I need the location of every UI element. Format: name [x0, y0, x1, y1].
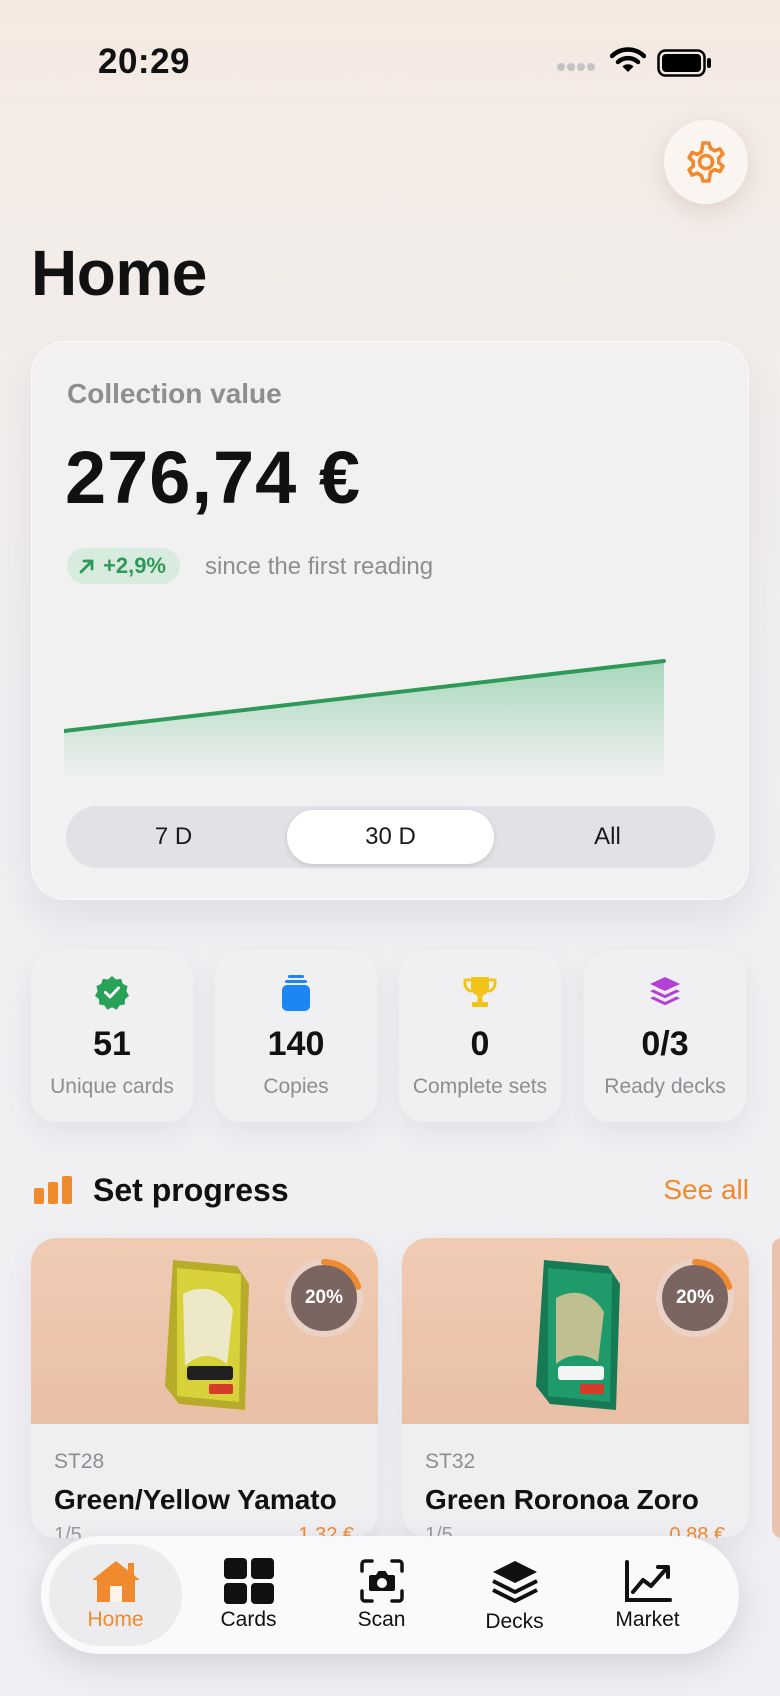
change-badge: +2,9%: [67, 548, 180, 584]
set-card-st32[interactable]: 20% ST32 Green Roronoa Zoro 1/5 0,88 €: [402, 1238, 749, 1538]
range-option-all[interactable]: All: [504, 810, 711, 864]
verified-badge-icon: [95, 976, 129, 1010]
starter-deck-box-image: [536, 1260, 620, 1410]
bar-chart-icon: [34, 1176, 72, 1204]
page-title: Home: [31, 237, 207, 309]
stat-copies[interactable]: 140 Copies: [215, 950, 377, 1122]
tab-label: Cards: [220, 1608, 277, 1631]
stat-value: 140: [267, 1025, 325, 1063]
stat-label: Copies: [263, 1075, 329, 1098]
gear-icon: [687, 141, 725, 183]
tab-market[interactable]: Market: [581, 1544, 714, 1646]
section-title: Set progress: [93, 1172, 289, 1208]
stat-label: Complete sets: [412, 1075, 548, 1098]
starter-deck-box-image: [165, 1260, 249, 1410]
camera-scan-icon: [359, 1559, 404, 1603]
wifi-icon: [610, 47, 646, 72]
layers-icon: [650, 977, 680, 1006]
arrow-up-right-icon: [79, 559, 94, 574]
settings-button[interactable]: [664, 120, 748, 204]
set-banner: 20%: [402, 1238, 749, 1424]
stack-icon: [491, 1561, 538, 1603]
see-all-link[interactable]: See all: [663, 1174, 749, 1206]
value-chart: [64, 659, 666, 776]
battery-icon: [657, 49, 711, 77]
house-icon: [91, 1561, 140, 1602]
stat-complete-sets[interactable]: 0 Complete sets: [399, 950, 561, 1122]
tab-cards[interactable]: Cards: [182, 1544, 315, 1646]
stat-label: Ready decks: [604, 1075, 726, 1098]
status-time: 20:29: [98, 42, 191, 81]
set-code: ST32: [425, 1450, 476, 1473]
range-option-7d[interactable]: 7 D: [70, 810, 277, 864]
set-card-peek[interactable]: [772, 1238, 780, 1538]
stat-value: 0: [470, 1025, 490, 1063]
stat-value: 51: [93, 1025, 131, 1063]
range-selector: 7 D 30 D All: [66, 806, 715, 868]
change-value: +2,9%: [103, 553, 166, 578]
stat-ready-decks[interactable]: 0/3 Ready decks: [584, 950, 746, 1122]
collection-value-label: Collection value: [67, 378, 282, 409]
set-banner: 20%: [31, 1238, 378, 1424]
tab-bar: Home Cards Scan Decks Market: [41, 1536, 739, 1654]
stat-value: 0/3: [641, 1025, 689, 1063]
collection-value-card: Collection value 276,74 € +2,9% since th…: [31, 341, 749, 900]
change-note: since the first reading: [205, 553, 434, 580]
chart-line-icon: [624, 1560, 672, 1602]
tab-decks[interactable]: Decks: [448, 1544, 581, 1646]
set-progress-header: Set progress See all: [34, 1170, 749, 1210]
tab-label: Decks: [485, 1610, 544, 1633]
cellular-signal-icon: [557, 63, 595, 71]
card-stack-icon: [282, 975, 310, 1011]
stat-label: Unique cards: [50, 1075, 174, 1098]
range-option-30d[interactable]: 30 D: [287, 810, 494, 864]
trophy-icon: [463, 977, 497, 1007]
tab-label: Scan: [357, 1608, 406, 1631]
set-name: Green/Yellow Yamato: [54, 1484, 337, 1515]
collection-value-amount: 276,74 €: [65, 436, 362, 519]
grid-icon: [223, 1558, 274, 1604]
set-code: ST28: [54, 1450, 105, 1473]
status-bar: 20:29: [0, 0, 780, 120]
set-name: Green Roronoa Zoro: [425, 1484, 699, 1515]
set-progress-percent: 20%: [675, 1287, 715, 1308]
tab-home[interactable]: Home: [49, 1544, 182, 1646]
tab-label: Home: [87, 1608, 144, 1631]
set-card-st28[interactable]: 20% ST28 Green/Yellow Yamato 1/5 1,32 €: [31, 1238, 378, 1538]
tab-scan[interactable]: Scan: [315, 1544, 448, 1646]
stat-unique-cards[interactable]: 51 Unique cards: [31, 950, 193, 1122]
set-owned-count: 1/5: [54, 1524, 82, 1538]
tab-label: Market: [615, 1608, 680, 1631]
set-progress-percent: 20%: [304, 1287, 344, 1308]
